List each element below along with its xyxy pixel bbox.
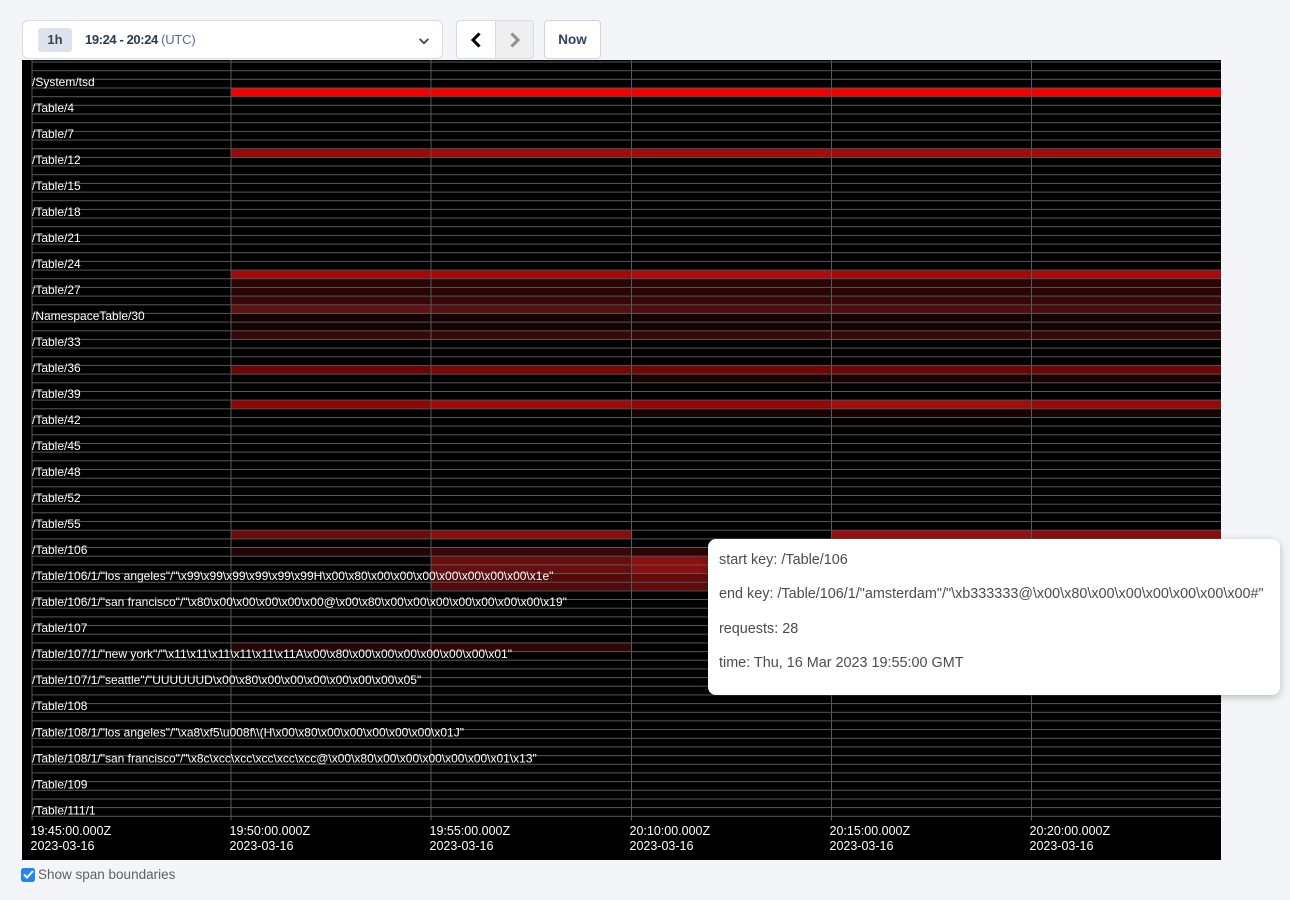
svg-text:/Table/107/1/"seattle"/"UUUUUU: /Table/107/1/"seattle"/"UUUUUUD\x00\x80\… bbox=[32, 673, 421, 687]
svg-text:/Table/108/1/"los angeles"/"\x: /Table/108/1/"los angeles"/"\xa8\xf5\u00… bbox=[32, 725, 464, 739]
svg-text:2023-03-16: 2023-03-16 bbox=[830, 839, 894, 853]
svg-text:/Table/55: /Table/55 bbox=[32, 517, 81, 531]
svg-text:/Table/21: /Table/21 bbox=[32, 231, 81, 245]
svg-text:/Table/111/1: /Table/111/1 bbox=[32, 803, 96, 817]
svg-text:2023-03-16: 2023-03-16 bbox=[630, 839, 694, 853]
svg-text:/Table/39: /Table/39 bbox=[32, 387, 81, 401]
svg-text:20:20:00.000Z: 20:20:00.000Z bbox=[1030, 824, 1111, 838]
svg-text:/NamespaceTable/30: /NamespaceTable/30 bbox=[32, 309, 145, 323]
svg-text:19:50:00.000Z: 19:50:00.000Z bbox=[230, 824, 311, 838]
svg-text:/Table/27: /Table/27 bbox=[32, 283, 81, 297]
svg-text:2023-03-16: 2023-03-16 bbox=[430, 839, 494, 853]
svg-text:/Table/109: /Table/109 bbox=[32, 777, 88, 791]
svg-text:/System/tsd: /System/tsd bbox=[32, 75, 95, 89]
svg-text:/Table/108: /Table/108 bbox=[32, 699, 88, 713]
svg-text:/Table/7: /Table/7 bbox=[32, 127, 74, 141]
svg-text:/Table/15: /Table/15 bbox=[32, 179, 81, 193]
svg-text:/Table/106/1/"san francisco"/": /Table/106/1/"san francisco"/"\x80\x00\x… bbox=[32, 595, 567, 609]
svg-text:/Table/108/1/"san francisco"/": /Table/108/1/"san francisco"/"\x8c\xcc\x… bbox=[32, 751, 537, 765]
svg-text:/Table/33: /Table/33 bbox=[32, 335, 81, 349]
svg-text:/Table/45: /Table/45 bbox=[32, 439, 81, 453]
svg-text:/Table/52: /Table/52 bbox=[32, 491, 81, 505]
svg-text:/Table/106/1/"los angeles"/"\x: /Table/106/1/"los angeles"/"\x99\x99\x99… bbox=[32, 569, 553, 583]
svg-text:19:45:00.000Z: 19:45:00.000Z bbox=[31, 824, 112, 838]
svg-text:2023-03-16: 2023-03-16 bbox=[31, 839, 95, 853]
svg-text:2023-03-16: 2023-03-16 bbox=[1030, 839, 1094, 853]
svg-text:/Table/18: /Table/18 bbox=[32, 205, 81, 219]
svg-text:/Table/24: /Table/24 bbox=[32, 257, 81, 271]
svg-text:2023-03-16: 2023-03-16 bbox=[230, 839, 294, 853]
svg-text:/Table/106: /Table/106 bbox=[32, 543, 88, 557]
svg-text:/Table/4: /Table/4 bbox=[32, 101, 74, 115]
svg-text:/Table/42: /Table/42 bbox=[32, 413, 81, 427]
svg-text:20:10:00.000Z: 20:10:00.000Z bbox=[630, 824, 711, 838]
svg-text:/Table/48: /Table/48 bbox=[32, 465, 81, 479]
svg-text:19:55:00.000Z: 19:55:00.000Z bbox=[430, 824, 511, 838]
svg-text:/Table/107: /Table/107 bbox=[32, 621, 88, 635]
svg-text:/Table/107/1/"new york"/"\x11\: /Table/107/1/"new york"/"\x11\x11\x11\x1… bbox=[32, 647, 512, 661]
svg-text:/Table/12: /Table/12 bbox=[32, 153, 81, 167]
svg-text:/Table/36: /Table/36 bbox=[32, 361, 81, 375]
svg-text:20:15:00.000Z: 20:15:00.000Z bbox=[830, 824, 911, 838]
